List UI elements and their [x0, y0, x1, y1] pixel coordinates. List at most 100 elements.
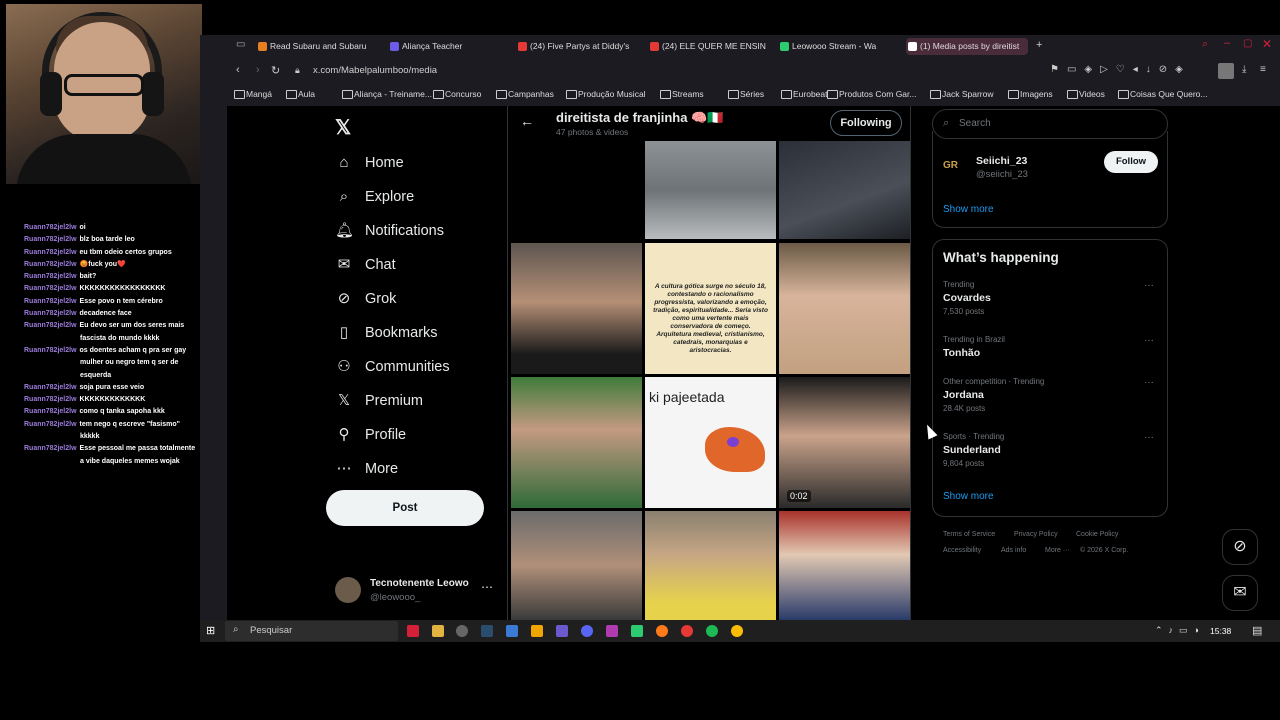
bookmark-folder[interactable]: Jack Sparrow: [930, 85, 994, 103]
bookmark-folder[interactable]: Imagens: [1008, 85, 1053, 103]
bookmark-folder[interactable]: Aliança - Treiname...: [342, 85, 432, 103]
more-options-icon[interactable]: ···: [1144, 335, 1154, 346]
back-arrow-icon[interactable]: ‹: [236, 64, 240, 76]
back-arrow-icon[interactable]: ←: [520, 113, 534, 129]
bookmark-folder[interactable]: Streams: [660, 85, 704, 103]
browser-tab[interactable]: Read Subaru and Subaru: [256, 38, 376, 55]
app-icon[interactable]: [606, 625, 618, 637]
footer-link[interactable]: © 2026 X Corp.: [1080, 547, 1128, 554]
bookmark-folder[interactable]: Eurobeat: [781, 85, 828, 103]
app-icon[interactable]: [556, 625, 568, 637]
tab-menu-icon[interactable]: ▭: [236, 39, 245, 50]
nav-item-bookmarks[interactable]: ▯ Bookmarks: [335, 321, 438, 345]
media-tile[interactable]: [645, 511, 776, 620]
notifications-icon[interactable]: ▤: [1252, 624, 1262, 637]
file-explorer-icon[interactable]: [432, 625, 444, 637]
download-icon[interactable]: ⤓: [1242, 64, 1246, 75]
firefox-icon[interactable]: [656, 625, 668, 637]
trend-item[interactable]: Other competition · Trending Jordana 28.4K…: [943, 377, 1158, 413]
footer-link[interactable]: Terms of Service: [943, 531, 995, 538]
nav-item-explore[interactable]: ⌕ Explore: [335, 185, 414, 209]
browser-tab[interactable]: (24) Five Partys at Diddy's: [516, 38, 636, 55]
media-tile[interactable]: [511, 377, 642, 508]
system-tray-icons[interactable]: ⌃♪▭◑: [1155, 625, 1205, 636]
more-options-icon[interactable]: ⋯: [481, 580, 493, 594]
app-icon[interactable]: [631, 625, 643, 637]
media-tile[interactable]: [779, 511, 910, 620]
bookmark-folder[interactable]: Séries: [728, 85, 764, 103]
new-tab-button[interactable]: +: [1036, 39, 1042, 51]
follow-button[interactable]: Follow: [1104, 151, 1158, 173]
trend-item[interactable]: Trending in Brazil Tonhão ···: [943, 335, 1158, 362]
bookmark-folder[interactable]: Concurso: [433, 85, 481, 103]
more-options-icon[interactable]: ···: [1144, 280, 1154, 291]
bookmark-folder[interactable]: Produtos Com Gar...: [827, 85, 916, 103]
nav-item-notifications[interactable]: 🔔︎ Notifications: [335, 219, 444, 243]
media-tile[interactable]: 0:02: [779, 377, 910, 508]
account-switcher[interactable]: Tecnotenente Leowo @leowooo_ ⋯: [335, 577, 495, 605]
bookmark-folder[interactable]: Produção Musical: [566, 85, 646, 103]
forward-arrow-icon[interactable]: ›: [256, 64, 260, 76]
nav-item-more[interactable]: ⋯ More: [335, 457, 399, 481]
vscode-icon[interactable]: [506, 625, 518, 637]
bookmark-folder[interactable]: Videos: [1067, 85, 1105, 103]
messages-icon[interactable]: ✉: [1222, 575, 1258, 611]
nav-item-chat[interactable]: ✉ Chat: [335, 253, 396, 277]
bookmark-folder[interactable]: Mangá: [234, 85, 272, 103]
clock[interactable]: 15:38: [1210, 620, 1231, 642]
x-logo-icon[interactable]: 𝕏: [335, 115, 351, 140]
nav-item-profile[interactable]: ⚲ Profile: [335, 423, 407, 447]
windows-start-icon[interactable]: ⊞: [206, 624, 215, 637]
footer-link[interactable]: Accessibility: [943, 547, 981, 554]
browser-tab[interactable]: (1) Media posts by direitist: [906, 38, 1028, 55]
media-tile[interactable]: [779, 243, 910, 374]
chrome-icon[interactable]: [731, 625, 743, 637]
show-more-link[interactable]: Show more: [943, 491, 994, 502]
menu-icon[interactable]: ≡: [1260, 64, 1266, 75]
bookmark-folder[interactable]: Aula: [286, 85, 315, 103]
more-options-icon[interactable]: ···: [1144, 377, 1154, 388]
media-tile[interactable]: [511, 511, 642, 620]
search-tabs-icon[interactable]: ⌕: [1202, 38, 1208, 51]
more-options-icon[interactable]: ···: [1144, 432, 1154, 443]
grok-icon[interactable]: ⊘: [1222, 529, 1258, 565]
url-field[interactable]: x.com/Mabelpalumboo/media: [313, 61, 437, 81]
app-icon[interactable]: [531, 625, 543, 637]
youtube-music-icon[interactable]: [681, 625, 693, 637]
taskbar-search[interactable]: ⌕ Pesquisar: [225, 621, 398, 641]
profile-avatar[interactable]: [1218, 63, 1234, 79]
media-tile[interactable]: A cultura gótica surge no século 18, con…: [645, 243, 776, 374]
opera-gx-icon[interactable]: [407, 625, 419, 637]
footer-link[interactable]: More ···: [1045, 547, 1070, 554]
close-button[interactable]: ✕: [1262, 37, 1272, 51]
footer-link[interactable]: Ads info: [1001, 547, 1026, 554]
bookmark-folder[interactable]: Campanhas: [496, 85, 554, 103]
spotify-icon[interactable]: [706, 625, 718, 637]
trend-item[interactable]: Trending Covardes 7,530 posts ···: [943, 280, 1158, 316]
media-tile[interactable]: [645, 141, 776, 239]
browser-tab[interactable]: (24) ELE QUER ME ENSIN: [648, 38, 768, 55]
media-tile[interactable]: ki pajeetada: [645, 377, 776, 508]
reload-icon[interactable]: ↻: [271, 64, 280, 77]
nav-item-home[interactable]: ⌂ Home: [335, 151, 403, 175]
discord-icon[interactable]: [581, 625, 593, 637]
steam-icon[interactable]: [481, 625, 493, 637]
following-button[interactable]: Following: [830, 110, 902, 136]
nav-item-grok[interactable]: ⊘ Grok: [335, 287, 397, 311]
footer-link[interactable]: Privacy Policy: [1014, 531, 1058, 538]
minimize-button[interactable]: –: [1224, 37, 1230, 49]
media-tile[interactable]: [779, 141, 910, 239]
bookmark-folder[interactable]: Coisas Que Quero...: [1118, 85, 1207, 103]
media-tile[interactable]: [511, 243, 642, 374]
nav-item-premium[interactable]: 𝕏 Premium: [335, 389, 423, 413]
browser-tab[interactable]: Aliança Teacher: [388, 38, 498, 55]
maximize-button[interactable]: ▢: [1243, 38, 1252, 49]
show-more-link[interactable]: Show more: [943, 204, 994, 215]
obs-icon[interactable]: [456, 625, 468, 637]
trend-item[interactable]: Sports · Trending Sunderland 9,804 posts ··…: [943, 432, 1158, 468]
browser-tab[interactable]: Leowooo Stream - Wa: [778, 38, 894, 55]
footer-link[interactable]: Cookie Policy: [1076, 531, 1118, 538]
post-button[interactable]: Post: [326, 490, 484, 526]
suggested-name[interactable]: Seiichi_23: [976, 155, 1027, 167]
nav-item-communities[interactable]: ⚇ Communities: [335, 355, 449, 379]
